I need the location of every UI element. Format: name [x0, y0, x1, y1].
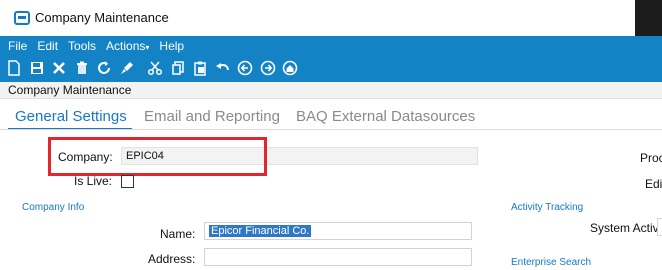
menu-edit[interactable]: Edit — [37, 38, 58, 54]
name-field[interactable]: Epicor Financial Co. — [204, 222, 472, 240]
home-icon[interactable] — [282, 60, 298, 76]
paste-icon[interactable] — [192, 60, 208, 76]
prod-label: Proc — [640, 151, 662, 165]
menu-actions[interactable]: Actions▾ — [106, 38, 149, 54]
trash-icon[interactable] — [74, 60, 90, 76]
enterprise-search-header: Enterprise Search — [511, 257, 592, 268]
is-live-checkbox[interactable] — [121, 175, 134, 188]
back-icon[interactable] — [237, 60, 253, 76]
undo-icon[interactable] — [215, 60, 231, 76]
background-window-edge — [635, 0, 662, 36]
title-bar: Company Maintenance — [0, 0, 662, 37]
menu-help[interactable]: Help — [159, 38, 184, 54]
edit-label: Edi — [645, 177, 662, 191]
annotation-highlight-box — [48, 137, 267, 176]
name-value: Epicor Financial Co. — [209, 225, 312, 237]
activity-tracking-header: Activity Tracking — [511, 202, 584, 213]
window-title: Company Maintenance — [35, 10, 169, 25]
chevron-down-icon: ▾ — [145, 43, 150, 52]
address-label: Address: — [148, 252, 196, 266]
toolbar — [6, 58, 305, 78]
save-icon[interactable] — [29, 60, 45, 76]
is-live-label: Is Live: — [74, 174, 113, 188]
tab-strip: General Settings Email and Reporting BAQ… — [0, 101, 662, 131]
address-field[interactable] — [204, 248, 472, 266]
app-window-icon — [14, 11, 30, 25]
tab-divider — [0, 129, 662, 130]
forward-icon[interactable] — [260, 60, 276, 76]
tab-general-settings[interactable]: General Settings — [15, 108, 127, 125]
tab-baq-external-datasources[interactable]: BAQ External Datasources — [296, 108, 475, 125]
refresh-icon[interactable] — [96, 60, 112, 76]
tab-email-and-reporting[interactable]: Email and Reporting — [144, 108, 280, 125]
system-activity-label: System Activi — [590, 221, 662, 235]
clear-icon[interactable] — [119, 60, 135, 76]
menu-actions-label: Actions — [106, 39, 146, 53]
menu-file[interactable]: File — [8, 38, 27, 54]
delete-icon[interactable] — [51, 60, 67, 76]
cut-icon[interactable] — [147, 60, 163, 76]
name-label: Name: — [160, 227, 196, 241]
system-activity-field[interactable] — [657, 218, 662, 236]
menu-bar: File Edit Tools Actions▾ Help — [8, 38, 194, 54]
company-info-header: Company Info — [22, 202, 85, 213]
new-icon[interactable] — [6, 60, 22, 76]
menu-tools[interactable]: Tools — [68, 38, 96, 54]
copy-icon[interactable] — [170, 60, 186, 76]
app-chrome: File Edit Tools Actions▾ Help — [0, 36, 662, 82]
form-title-bar: Company Maintenance — [0, 82, 662, 99]
